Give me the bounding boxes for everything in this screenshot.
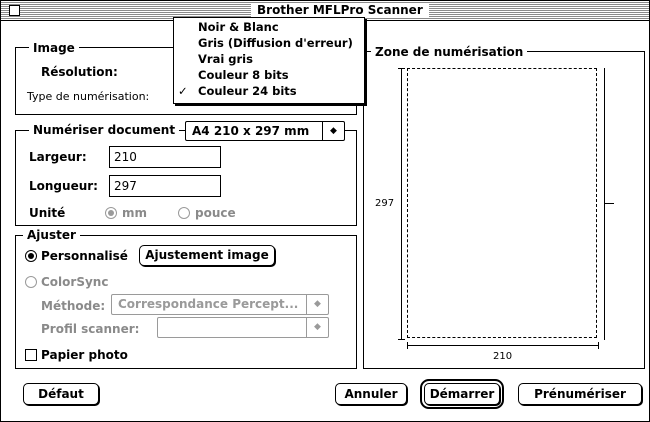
method-value: Correspondance Percept... [118, 297, 299, 311]
resolution-label: Résolution: [41, 65, 118, 79]
width-field[interactable]: 210 [109, 146, 221, 168]
document-group-title: Numériser document [29, 123, 180, 137]
adjust-group-title: Ajuster [23, 228, 80, 242]
document-size-value: A4 210 x 297 mm [192, 124, 310, 138]
unit-label: Unité [29, 206, 66, 220]
window-title: Brother MFLPro Scanner [251, 3, 429, 18]
popup-arrows-icon: ◆ [306, 295, 328, 314]
scan-zone-title: Zone de numérisation [371, 45, 528, 59]
scan-type-label: Type de numérisation: [27, 90, 150, 103]
menu-item-color-24bit[interactable]: ✓ Couleur 24 bits [174, 84, 364, 99]
method-popup[interactable]: Correspondance Percept... ◆ [111, 294, 329, 315]
default-button[interactable]: Défaut [23, 383, 99, 405]
scan-type-menu[interactable]: Noir & Blanc Gris (Diffusion d'erreur) V… [173, 17, 365, 104]
unit-mm-radio[interactable] [105, 207, 117, 219]
length-label: Longueur: [29, 179, 98, 193]
height-ruler-tick-bottom [398, 339, 405, 340]
profile-popup[interactable]: ◆ [157, 317, 329, 338]
height-ruler-line [401, 68, 402, 340]
custom-radio[interactable] [25, 250, 37, 262]
start-button[interactable]: Démarrer [420, 379, 504, 409]
menu-item-label: Vrai gris [198, 52, 253, 66]
right-ruler-tick [604, 203, 614, 204]
menu-item-color-8bit[interactable]: Couleur 8 bits [174, 68, 364, 83]
width-ruler-line [407, 345, 599, 346]
width-label: Largeur: [29, 150, 87, 164]
photo-paper-label: Papier photo [41, 348, 128, 362]
profile-label: Profil scanner: [41, 322, 140, 336]
menu-item-true-gray[interactable]: Vrai gris [174, 52, 364, 67]
menu-item-label: Couleur 24 bits [198, 84, 297, 98]
height-ruler-tick-top [398, 68, 405, 69]
prescan-button[interactable]: Prénumériser [518, 383, 642, 405]
width-ruler-tick-left [407, 342, 408, 349]
document-size-popup[interactable]: A4 210 x 297 mm ◆ [185, 121, 345, 141]
colorsync-label: ColorSync [41, 275, 109, 289]
menu-item-label: Gris (Diffusion d'erreur) [198, 36, 353, 50]
unit-mm-label: mm [122, 206, 148, 220]
method-label: Méthode: [41, 299, 106, 313]
width-ruler-tick-right [598, 342, 599, 349]
unit-inch-radio[interactable] [178, 207, 190, 219]
menu-item-label: Couleur 8 bits [198, 68, 289, 82]
height-dimension-label: 297 [375, 197, 395, 211]
adjust-image-button[interactable]: Ajustement image [139, 245, 275, 266]
length-field[interactable]: 297 [109, 175, 221, 197]
checkmark-icon: ✓ [178, 84, 188, 98]
menu-item-label: Noir & Blanc [198, 20, 279, 34]
width-dimension-label: 210 [493, 351, 513, 362]
popup-arrows-icon: ◆ [322, 122, 344, 140]
right-ruler-line [604, 68, 605, 340]
unit-inch-label: pouce [195, 206, 236, 220]
menu-item-black-white[interactable]: Noir & Blanc [174, 20, 364, 35]
scanner-window: Brother MFLPro Scanner Image Résolution:… [0, 0, 650, 422]
image-group-title: Image [29, 41, 79, 55]
close-box-icon[interactable] [9, 5, 20, 16]
menu-item-gray-diffusion[interactable]: Gris (Diffusion d'erreur) [174, 36, 364, 51]
scan-area-preview[interactable] [407, 68, 597, 338]
custom-label: Personnalisé [41, 249, 128, 263]
photo-paper-checkbox[interactable] [25, 349, 37, 361]
colorsync-radio[interactable] [25, 276, 37, 288]
popup-arrows-icon: ◆ [306, 318, 328, 337]
cancel-button[interactable]: Annuler [335, 383, 407, 405]
